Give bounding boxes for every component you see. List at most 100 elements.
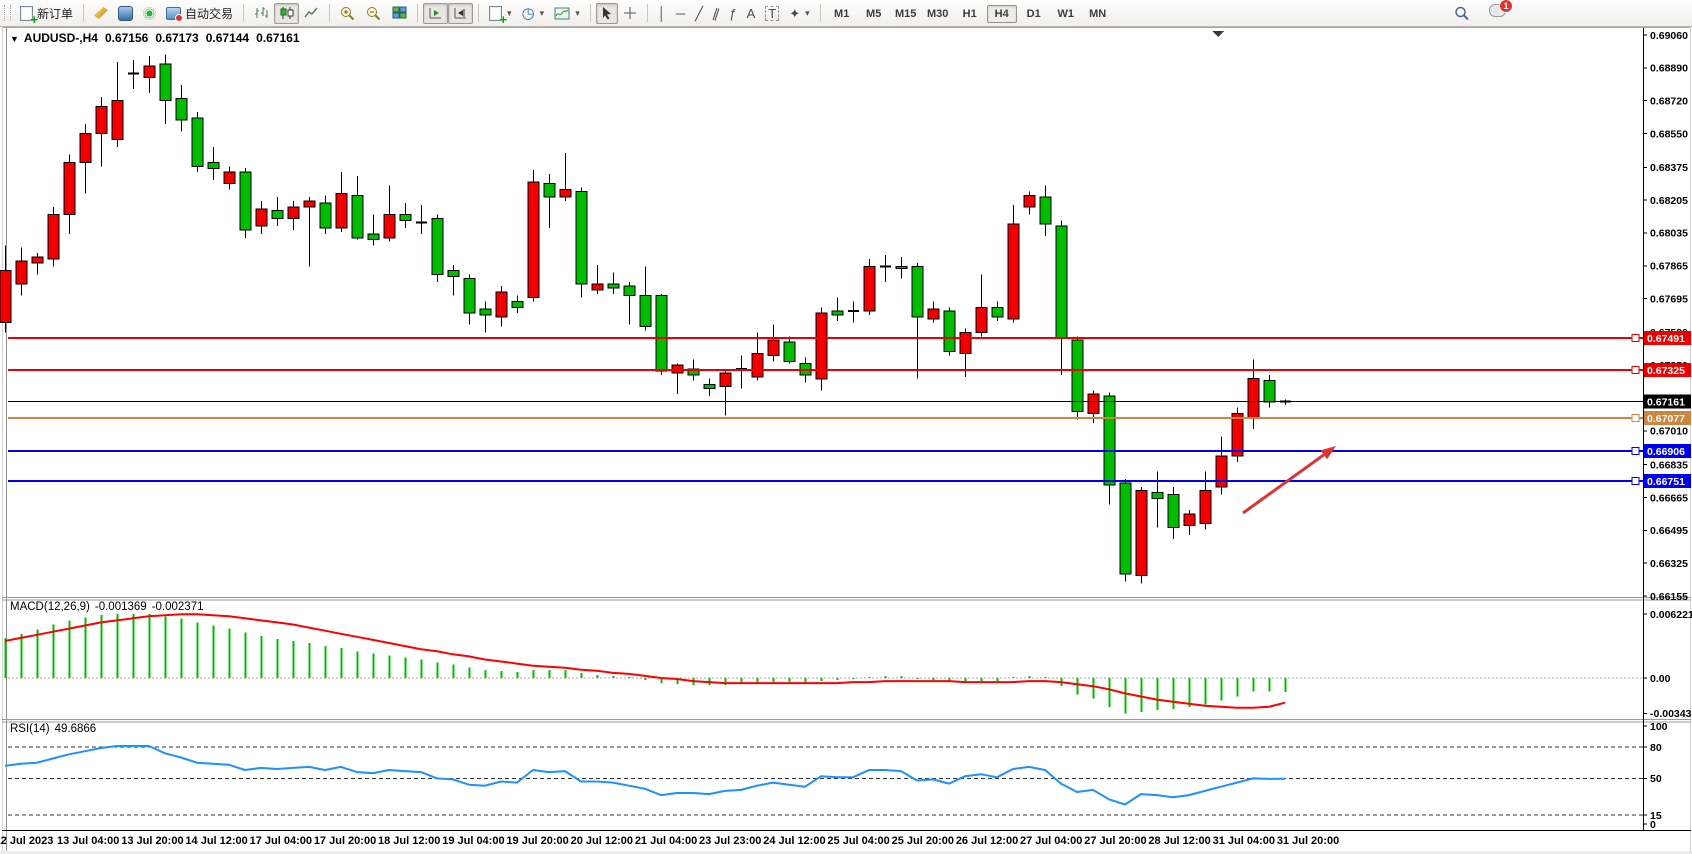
line-chart-button[interactable]	[299, 3, 324, 24]
periods-button[interactable]: ◷ ▾	[517, 3, 550, 24]
search-icon	[1454, 6, 1470, 21]
crosshair-icon	[623, 6, 637, 20]
chart-shift-icon	[453, 6, 468, 20]
market-watch-button[interactable]	[113, 3, 138, 24]
mt4-window: + 新订单 自动交易	[0, 0, 1692, 854]
bull-candle	[752, 354, 763, 377]
label-tool[interactable]: T	[760, 3, 784, 24]
timeframe-button-m1[interactable]: M1	[827, 5, 857, 23]
bear-candle	[240, 172, 251, 230]
new-order-button[interactable]: + 新订单	[15, 3, 78, 24]
bull-candle	[144, 66, 155, 78]
fibonacci-icon: ƒ	[729, 7, 736, 20]
bull-candle	[1008, 224, 1019, 319]
robot-icon	[166, 7, 181, 20]
trendline-tool[interactable]: ╱	[690, 3, 708, 24]
chevron-down-icon: ▾	[540, 8, 545, 19]
bull-candle	[1088, 394, 1099, 413]
time-label: 27 Jul 04:00	[1020, 835, 1082, 847]
line-handle[interactable]	[1632, 448, 1639, 455]
timeframe-button-m5[interactable]: M5	[859, 5, 889, 23]
line-handle[interactable]	[1632, 335, 1639, 342]
bear-candle	[432, 219, 443, 275]
styler-button[interactable]	[89, 3, 113, 24]
time-label: 20 Jul 12:00	[571, 835, 633, 847]
shapes-tool[interactable]: ✦ ▾	[784, 3, 814, 24]
new-chart-button[interactable]: + ▾	[484, 3, 517, 24]
bull-candle	[16, 261, 27, 284]
time-label: 24 Jul 12:00	[763, 835, 825, 847]
zoom-out-icon	[366, 6, 382, 21]
templates-button[interactable]: ▾	[549, 3, 585, 24]
price-tick-label: 0.66325	[1650, 558, 1688, 570]
text-tool[interactable]: A	[742, 3, 761, 24]
bull-candle	[768, 340, 779, 355]
vertical-line-icon: │	[658, 7, 666, 20]
label-icon: T	[765, 6, 779, 21]
price-tick-label: 0.67865	[1650, 261, 1688, 273]
bull-candle	[960, 332, 971, 353]
bear-candle	[512, 302, 523, 308]
timeframe-button-m15[interactable]: M15	[891, 5, 921, 23]
trend-arrow-annotation[interactable]	[1243, 455, 1324, 513]
timeframe-button-m30[interactable]: M30	[923, 5, 953, 23]
zoom-in-icon	[340, 6, 356, 21]
bear-candle	[464, 278, 475, 313]
bull-candle	[928, 309, 939, 319]
bear-candle	[208, 163, 219, 169]
bull-candle	[0, 271, 11, 323]
chart-canvas[interactable]: 0.690600.688900.687200.685500.683750.682…	[0, 0, 1692, 854]
signals-button[interactable]	[138, 3, 161, 24]
toolbar-separator	[83, 4, 84, 22]
toolbar-separator	[820, 4, 821, 22]
price-tick-label: 0.68720	[1650, 96, 1688, 108]
bear-candle	[272, 211, 283, 219]
bear-candle	[480, 309, 491, 315]
timeframe-button-w1[interactable]: W1	[1051, 5, 1081, 23]
toolbar-grip[interactable]	[4, 5, 11, 21]
bull-candle	[384, 215, 395, 238]
autotrade-button[interactable]: 自动交易	[161, 3, 238, 24]
bear-candle	[912, 267, 923, 317]
timeframe-button-h4[interactable]: H4	[987, 5, 1017, 23]
toolbar-separator	[417, 4, 418, 22]
zoom-in-button[interactable]	[335, 3, 361, 24]
cursor-tool-button[interactable]	[596, 3, 618, 24]
bear-candle	[944, 311, 955, 352]
toolbar-separator	[329, 4, 330, 22]
autoscroll-button[interactable]	[423, 3, 448, 24]
symbol-dropdown-icon[interactable]: ▼	[10, 34, 19, 44]
fibonacci-tool[interactable]: ƒ	[724, 3, 741, 24]
bull-candle	[64, 163, 75, 215]
bull-candle	[224, 172, 235, 184]
bull-candle	[112, 101, 123, 140]
time-label: 17 Jul 04:00	[250, 835, 312, 847]
time-label: 17 Jul 20:00	[314, 835, 376, 847]
bull-candle	[336, 193, 347, 228]
timeframe-button-d1[interactable]: D1	[1019, 5, 1049, 23]
tile-windows-button[interactable]	[387, 3, 412, 24]
line-handle[interactable]	[1632, 477, 1639, 484]
line-handle[interactable]	[1632, 414, 1639, 421]
vertical-line-tool[interactable]: │	[653, 3, 671, 24]
toolbar: + 新订单 自动交易	[0, 0, 1692, 27]
time-label: 19 Jul 04:00	[442, 835, 504, 847]
macd-tick-label: 0.006221	[1650, 609, 1692, 621]
search-button[interactable]	[1449, 3, 1475, 24]
candlestick-chart-button[interactable]	[274, 3, 299, 24]
timeframe-button-mn[interactable]: MN	[1083, 5, 1113, 23]
bull-candle	[48, 215, 59, 259]
timeframe-button-h1[interactable]: H1	[955, 5, 985, 23]
zoom-out-button[interactable]	[361, 3, 387, 24]
crosshair-tool-button[interactable]	[618, 3, 642, 24]
chart-shift-button[interactable]	[448, 3, 473, 24]
chart-shift-marker[interactable]	[1212, 31, 1224, 37]
notification-badge: 1	[1499, 0, 1513, 13]
time-label: 14 Jul 12:00	[185, 835, 247, 847]
line-handle[interactable]	[1632, 367, 1639, 374]
notifications-button[interactable]: 1	[1489, 4, 1506, 22]
channel-tool[interactable]: ∥	[708, 3, 725, 24]
time-label: 13 Jul 20:00	[121, 835, 183, 847]
horizontal-line-tool[interactable]: ─	[671, 3, 690, 24]
bar-chart-button[interactable]	[249, 3, 274, 24]
